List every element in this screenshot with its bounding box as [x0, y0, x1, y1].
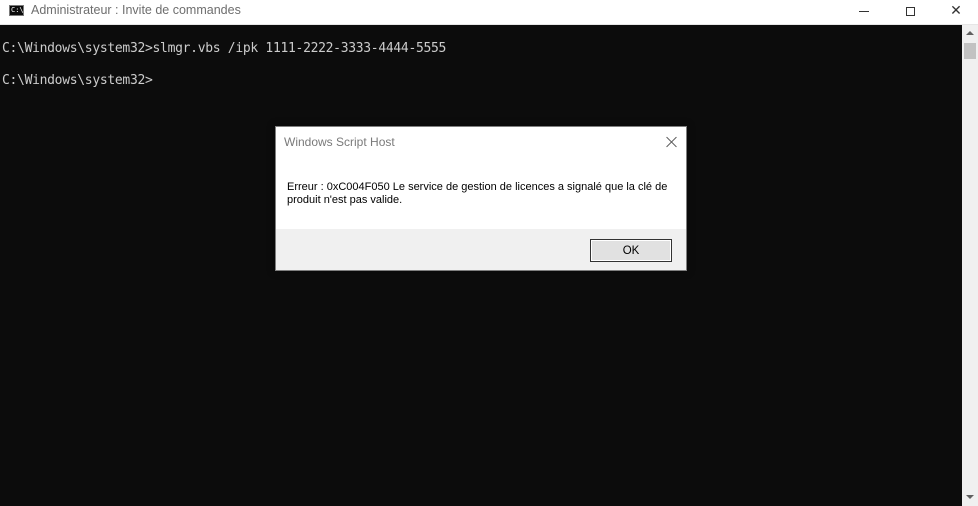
dialog-footer: OK [276, 229, 686, 270]
maximize-icon [905, 6, 915, 16]
close-icon: ✕ [950, 3, 962, 19]
maximize-button[interactable] [887, 0, 933, 22]
minimize-button[interactable] [841, 0, 887, 22]
scroll-thumb[interactable] [964, 43, 976, 59]
ok-button[interactable]: OK [590, 239, 672, 262]
close-window-button[interactable]: ✕ [933, 0, 978, 22]
arrow-up-icon [966, 31, 974, 35]
window-titlebar[interactable]: C:\ Administrateur : Invite de commandes… [0, 0, 978, 25]
console-line-prompt: C:\Windows\system32> [2, 73, 153, 88]
scroll-up-button[interactable] [962, 25, 978, 41]
windows-script-host-dialog: Windows Script Host Erreur : 0xC004F050 … [275, 126, 687, 271]
arrow-down-icon [966, 495, 974, 499]
console-line-command: C:\Windows\system32>slmgr.vbs /ipk 1111-… [2, 41, 447, 56]
close-icon [666, 136, 678, 148]
dialog-message: Erreur : 0xC004F050 Le service de gestio… [287, 181, 668, 206]
dialog-close-button[interactable] [660, 131, 684, 153]
vertical-scrollbar[interactable] [962, 25, 978, 506]
window-title: Administrateur : Invite de commandes [31, 3, 241, 17]
scroll-down-button[interactable] [962, 489, 978, 505]
cmd-icon: C:\ [9, 5, 24, 16]
minimize-icon [859, 10, 869, 12]
cmd-icon-prompt: C:\ [11, 6, 24, 14]
dialog-title: Windows Script Host [284, 135, 395, 149]
